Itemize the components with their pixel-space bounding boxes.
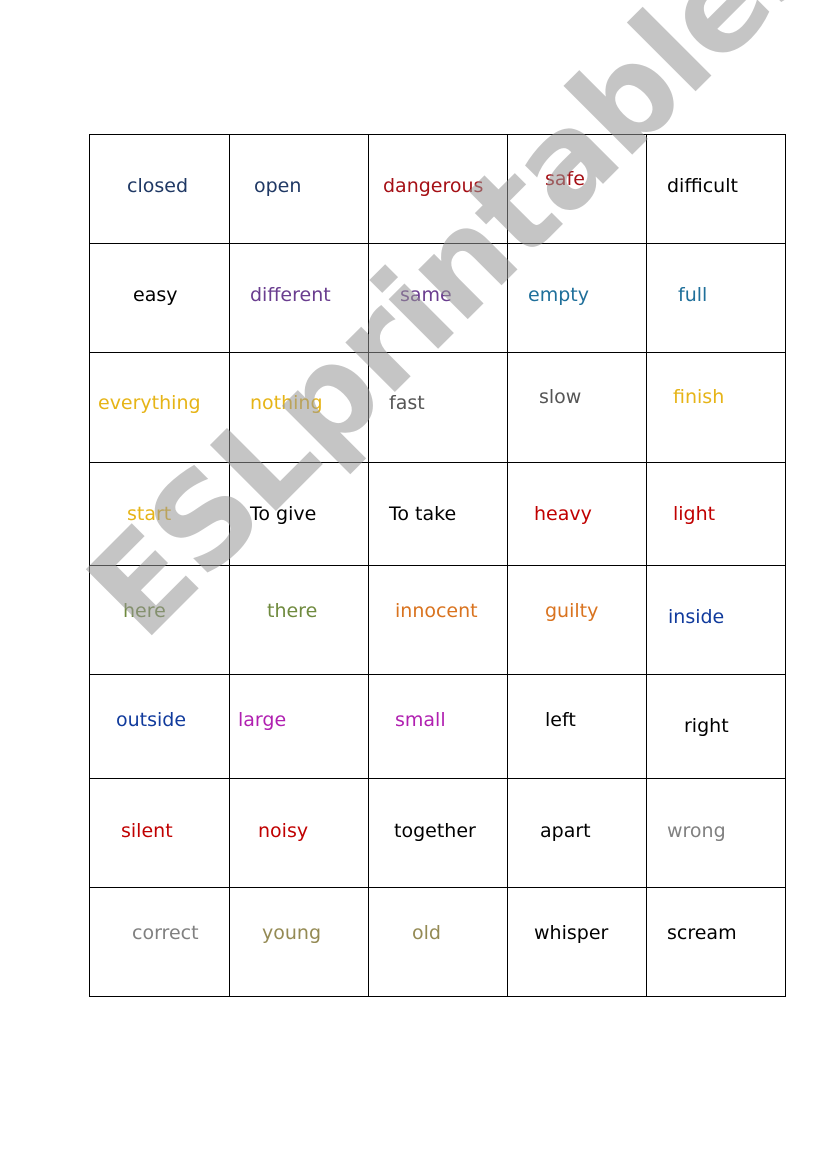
- card-row: easy different same empty full: [89, 243, 786, 353]
- word-card: open: [229, 134, 369, 244]
- word-card: apart: [507, 778, 647, 888]
- card-word: innocent: [395, 600, 478, 622]
- word-card: same: [368, 243, 508, 353]
- word-card: young: [229, 887, 369, 997]
- worksheet-page: closed open dangerous safe difficult easy diff…: [0, 0, 826, 1169]
- card-word: outside: [116, 709, 187, 731]
- card-word: start: [127, 503, 172, 525]
- word-card: heavy: [507, 462, 647, 566]
- card-word: here: [123, 600, 166, 622]
- card-row: here there innocent guilty inside: [89, 565, 786, 675]
- word-card: light: [646, 462, 786, 566]
- card-word: left: [545, 709, 576, 731]
- card-word: correct: [132, 922, 199, 944]
- word-card: whisper: [507, 887, 647, 997]
- word-card: safe: [507, 134, 647, 244]
- card-word: old: [412, 922, 441, 944]
- card-word: To give: [250, 503, 317, 525]
- card-word: To take: [389, 503, 457, 525]
- card-word: open: [254, 175, 302, 197]
- word-card: left: [507, 674, 647, 779]
- card-word: guilty: [545, 600, 599, 622]
- word-card: together: [368, 778, 508, 888]
- word-card: nothing: [229, 352, 369, 463]
- card-row: outside large small left right: [89, 674, 786, 779]
- word-card: there: [229, 565, 369, 675]
- word-card: inside: [646, 565, 786, 675]
- word-card: here: [89, 565, 230, 675]
- word-card-table: closed open dangerous safe difficult easy diff…: [89, 134, 786, 997]
- word-card: finish: [646, 352, 786, 463]
- card-word: everything: [98, 392, 201, 414]
- card-word: inside: [668, 606, 725, 628]
- card-word: young: [262, 922, 322, 944]
- word-card: everything: [89, 352, 230, 463]
- card-row: everything nothing fast slow finish: [89, 352, 786, 463]
- card-word: wrong: [667, 820, 726, 842]
- card-word: safe: [545, 168, 585, 190]
- word-card: closed: [89, 134, 230, 244]
- word-card: large: [229, 674, 369, 779]
- card-word: large: [238, 709, 287, 731]
- card-word: there: [267, 600, 318, 622]
- word-card: right: [646, 674, 786, 779]
- card-row: silent noisy together apart wrong: [89, 778, 786, 888]
- word-card: correct: [89, 887, 230, 997]
- word-card: easy: [89, 243, 230, 353]
- word-card: scream: [646, 887, 786, 997]
- card-word: full: [678, 284, 708, 306]
- word-card: outside: [89, 674, 230, 779]
- word-card: wrong: [646, 778, 786, 888]
- word-card: noisy: [229, 778, 369, 888]
- word-card: slow: [507, 352, 647, 463]
- word-card: empty: [507, 243, 647, 353]
- word-card: small: [368, 674, 508, 779]
- word-card: different: [229, 243, 369, 353]
- card-row: closed open dangerous safe difficult: [89, 134, 786, 244]
- card-word: nothing: [250, 392, 323, 414]
- card-word: slow: [539, 386, 582, 408]
- word-card: To give: [229, 462, 369, 566]
- card-word: closed: [127, 175, 188, 197]
- card-word: whisper: [534, 922, 609, 944]
- word-card: silent: [89, 778, 230, 888]
- word-card: innocent: [368, 565, 508, 675]
- card-word: scream: [667, 922, 737, 944]
- card-word: finish: [673, 386, 725, 408]
- word-card: dangerous: [368, 134, 508, 244]
- card-word: difficult: [667, 175, 738, 197]
- card-word: apart: [540, 820, 591, 842]
- card-word: easy: [133, 284, 178, 306]
- word-card: fast: [368, 352, 508, 463]
- card-row: correct young old whisper scream: [89, 887, 786, 997]
- card-word: same: [400, 284, 452, 306]
- word-card: old: [368, 887, 508, 997]
- card-word: heavy: [534, 503, 592, 525]
- card-word: different: [250, 284, 331, 306]
- word-card: guilty: [507, 565, 647, 675]
- card-word: noisy: [258, 820, 309, 842]
- word-card: difficult: [646, 134, 786, 244]
- card-word: empty: [528, 284, 589, 306]
- card-word: right: [684, 715, 729, 737]
- card-word: together: [394, 820, 476, 842]
- card-word: light: [673, 503, 716, 525]
- card-word: silent: [121, 820, 173, 842]
- card-row: start To give To take heavy light: [89, 462, 786, 566]
- card-word: fast: [389, 392, 425, 414]
- word-card: To take: [368, 462, 508, 566]
- word-card: start: [89, 462, 230, 566]
- card-word: dangerous: [383, 175, 484, 197]
- card-word: small: [395, 709, 446, 731]
- word-card: full: [646, 243, 786, 353]
